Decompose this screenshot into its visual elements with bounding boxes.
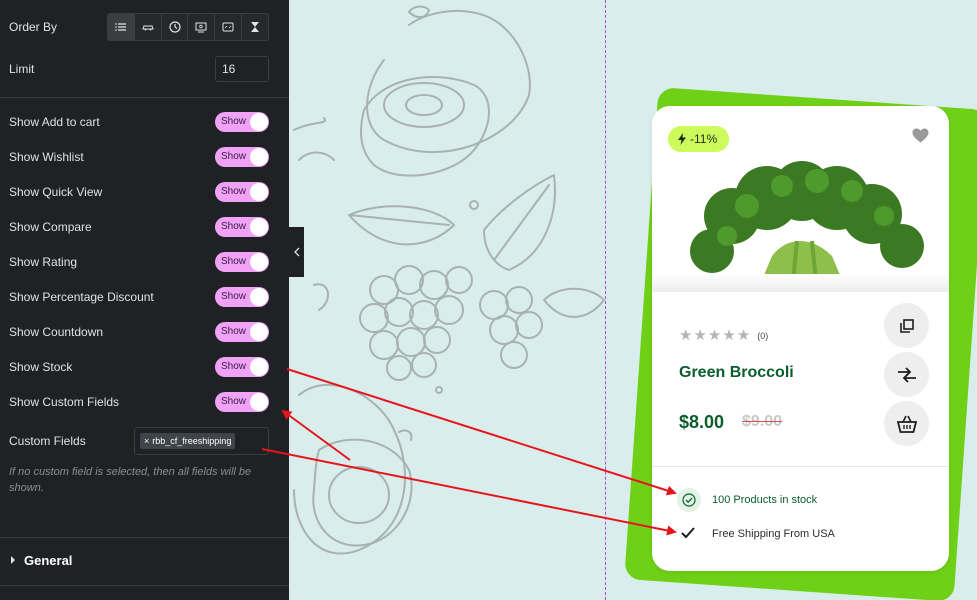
toggle-custom-fields[interactable]: Show [215, 392, 269, 412]
money-icon [195, 22, 207, 33]
price-current: $8.00 [679, 412, 725, 432]
order-by-button-group [107, 13, 269, 41]
toggle-label-percentage-discount: Show Percentage Discount [9, 290, 154, 304]
toggle-state-text: Show [221, 396, 247, 407]
order-by-hourglass-button[interactable] [242, 14, 268, 40]
stock-check-icon [677, 488, 701, 512]
chip-label: rbb_cf_freeshipping [152, 436, 232, 446]
product-image[interactable]: -11% [652, 106, 949, 293]
custom-field-chip: × rbb_cf_freeshipping [140, 433, 236, 449]
toggle-label-custom-fields: Show Custom Fields [9, 395, 120, 409]
general-section-header[interactable]: General [0, 537, 289, 585]
custom-fields-select[interactable]: × rbb_cf_freeshipping [134, 427, 269, 455]
quick-view-button[interactable] [884, 303, 929, 348]
toggle-rating[interactable]: Show [215, 252, 269, 272]
car-icon [142, 25, 154, 31]
divider [0, 97, 289, 98]
toggle-knob [250, 253, 268, 271]
toggle-quick-view[interactable]: Show [215, 182, 269, 202]
stock-text: 100 Products in stock [712, 494, 818, 506]
toggle-state-text: Show [221, 116, 247, 127]
toggle-knob [250, 148, 268, 166]
price-old: $9.00 [742, 413, 783, 430]
copy-icon [899, 318, 914, 333]
basket-icon [896, 415, 917, 433]
add-to-cart-button[interactable] [884, 401, 929, 446]
discount-badge: -11% [668, 126, 730, 152]
compare-arrows-icon [897, 366, 916, 383]
star-icon: ★ [722, 327, 736, 344]
list-icon [115, 23, 126, 31]
order-by-date-button[interactable] [161, 14, 189, 40]
toggle-state-text: Show [221, 186, 247, 197]
shipping-text: Free Shipping From USA [712, 528, 835, 540]
order-by-sale-button[interactable] [215, 14, 243, 40]
product-card[interactable]: -11% ★ ★ ★ ★ ★ (0) Green Broccoli $8.00 … [652, 106, 949, 571]
toggle-stock[interactable]: Show [215, 357, 269, 377]
order-by-price-button[interactable] [188, 14, 216, 40]
discount-text: -11% [690, 132, 718, 146]
general-section-label: General [24, 553, 73, 568]
compare-button[interactable] [884, 352, 929, 397]
rating-count: (0) [757, 330, 769, 341]
limit-label: Limit [9, 62, 35, 76]
toggle-percentage-discount[interactable]: Show [215, 287, 269, 307]
star-icon: ★ [679, 327, 693, 344]
toggle-knob [250, 183, 268, 201]
toggle-state-text: Show [221, 151, 247, 162]
star-icon: ★ [693, 327, 707, 344]
wishlist-button[interactable] [912, 128, 929, 148]
custom-fields-label: Custom Fields [9, 434, 86, 448]
toggle-label-wishlist: Show Wishlist [9, 150, 84, 164]
custom-fields-help-text: If no custom field is selected, then all… [9, 466, 252, 494]
order-by-list-button[interactable] [108, 14, 135, 40]
toggle-countdown[interactable]: Show [215, 322, 269, 342]
toggle-label-compare: Show Compare [9, 220, 92, 234]
lightning-icon [678, 133, 686, 145]
star-icon: ★ [736, 327, 751, 344]
toggle-state-text: Show [221, 361, 247, 372]
heart-icon [912, 128, 929, 143]
clock-icon [168, 21, 181, 33]
toggle-wishlist[interactable]: Show [215, 147, 269, 167]
caret-right-icon [11, 556, 15, 564]
product-rating: ★ ★ ★ ★ ★ (0) [679, 328, 768, 343]
toggle-label-stock: Show Stock [9, 360, 73, 374]
toggle-knob [250, 323, 268, 341]
divider [0, 585, 289, 586]
toggle-state-text: Show [221, 256, 247, 267]
fruit-sketch-illustration [293, 5, 605, 555]
limit-input[interactable] [215, 56, 269, 82]
checkmark-icon [681, 526, 695, 544]
toggle-label-quick-view: Show Quick View [9, 185, 103, 199]
toggle-state-text: Show [221, 221, 247, 232]
toggle-label-countdown: Show Countdown [9, 325, 104, 339]
hourglass-icon [251, 22, 260, 32]
product-title[interactable]: Green Broccoli [679, 364, 794, 382]
toggle-knob [250, 218, 268, 236]
toggle-label-rating: Show Rating [9, 255, 78, 269]
toggle-knob [250, 288, 268, 306]
toggle-knob [250, 393, 268, 411]
toggle-state-text: Show [221, 326, 247, 337]
toggle-label-add-to-cart: Show Add to cart [9, 115, 100, 129]
toggle-state-text: Show [221, 291, 247, 302]
star-icon: ★ [707, 327, 722, 344]
card-divider [652, 466, 949, 467]
editor-panel: Order By Limit Show Add to cart Show Sho… [0, 0, 289, 600]
layout-guide-line [605, 0, 606, 600]
order-by-car-button[interactable] [134, 14, 162, 40]
sale-tag-icon [222, 22, 234, 32]
order-by-label: Order By [9, 20, 58, 34]
chip-remove-icon[interactable]: × [144, 436, 149, 446]
toggle-compare[interactable]: Show [215, 217, 269, 237]
toggle-knob [250, 113, 268, 131]
toggle-knob [250, 358, 268, 376]
toggle-add-to-cart[interactable]: Show [215, 112, 269, 132]
